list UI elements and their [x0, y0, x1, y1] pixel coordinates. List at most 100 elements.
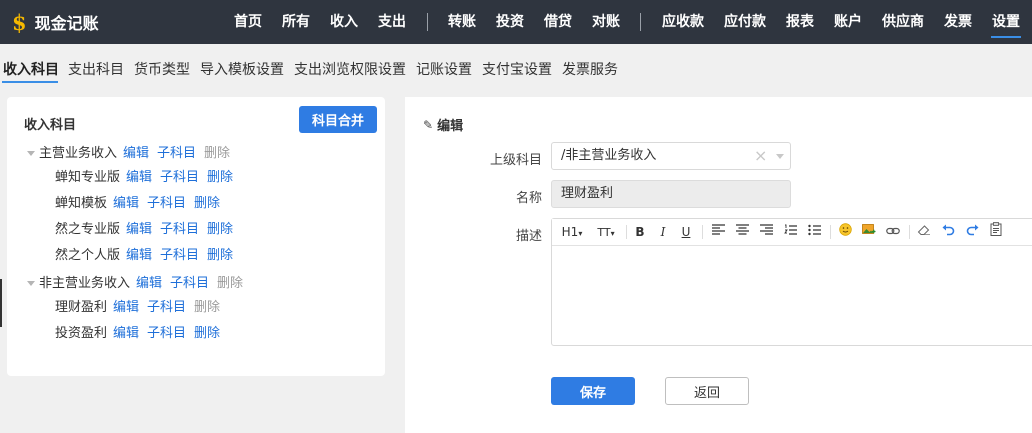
- tree-node: 然之个人版 编辑 子科目 删除: [55, 246, 241, 266]
- nav-loan[interactable]: 借贷: [544, 0, 572, 44]
- side-drawer-handle[interactable]: [0, 279, 2, 327]
- tab-alipay-settings[interactable]: 支付宝设置: [482, 58, 552, 82]
- undo-icon[interactable]: [939, 219, 957, 245]
- emoji-icon[interactable]: [836, 219, 854, 245]
- tab-income-subjects[interactable]: 收入科目: [3, 58, 59, 82]
- tab-import-templates[interactable]: 导入模板设置: [200, 58, 284, 82]
- edit-link[interactable]: 编辑: [113, 300, 139, 315]
- edit-link[interactable]: 编辑: [123, 146, 149, 161]
- description-label: 描述: [515, 229, 542, 244]
- chevron-down-icon[interactable]: [776, 154, 784, 159]
- eraser-svg: [917, 225, 930, 235]
- delete-link[interactable]: 删除: [207, 222, 233, 237]
- save-button[interactable]: 保存: [551, 377, 635, 405]
- align-left-icon[interactable]: [709, 219, 727, 245]
- edit-link[interactable]: 编辑: [126, 222, 152, 237]
- delete-link[interactable]: 删除: [194, 196, 220, 211]
- align-right-icon[interactable]: [757, 219, 775, 245]
- parent-subject-label: 上级科目: [489, 153, 542, 168]
- source-code-icon[interactable]: [987, 219, 1005, 245]
- delete-link[interactable]: 删除: [207, 170, 233, 185]
- edit-link[interactable]: 编辑: [113, 326, 139, 341]
- nav-invest[interactable]: 投资: [496, 0, 524, 44]
- delete-link: 删除: [217, 276, 244, 291]
- delete-link[interactable]: 删除: [194, 326, 220, 341]
- heading-dropdown[interactable]: H1▾: [558, 219, 586, 245]
- tree-node: 然之专业版 编辑 子科目 删除: [55, 220, 241, 240]
- font-size-dropdown[interactable]: TT▾: [592, 219, 620, 245]
- bold-button[interactable]: B: [632, 219, 648, 245]
- subject-tree-panel: 收入科目 科目合并 主营业务收入 编辑 子科目 删除 蝉知专业版 编辑 子科目 删除 蝉知模…: [7, 97, 385, 376]
- node-label: 非主营业务收入: [39, 276, 131, 291]
- nav-account[interactable]: 账户: [834, 0, 862, 44]
- redo-icon[interactable]: [963, 219, 981, 245]
- node-label: 理财盈利: [55, 300, 108, 315]
- nav-supplier[interactable]: 供应商: [882, 0, 924, 44]
- tab-expense-permissions[interactable]: 支出浏览权限设置: [294, 58, 406, 82]
- link-icon[interactable]: [884, 219, 902, 245]
- edit-heading-text: 编辑: [437, 119, 464, 134]
- add-child-link[interactable]: 子科目: [160, 248, 199, 263]
- nav-divider: [427, 13, 428, 31]
- caret-down-icon[interactable]: [27, 151, 35, 156]
- bullet-list-svg: [807, 224, 821, 236]
- align-center-icon[interactable]: [733, 219, 751, 245]
- description-editor[interactable]: H1▾ TT▾ B I U: [551, 218, 1032, 346]
- edit-link[interactable]: 编辑: [126, 170, 152, 185]
- name-label: 名称: [515, 191, 542, 206]
- toolbar-divider: [830, 225, 831, 239]
- nav-payable[interactable]: 应付款: [724, 0, 766, 44]
- editor-toolbar: H1▾ TT▾ B I U: [552, 219, 1032, 246]
- delete-link[interactable]: 删除: [207, 248, 233, 263]
- tab-expense-subjects[interactable]: 支出科目: [68, 58, 124, 82]
- add-child-link[interactable]: 子科目: [147, 300, 186, 315]
- edit-link[interactable]: 编辑: [136, 276, 162, 291]
- toolbar-divider: [702, 225, 703, 239]
- ordered-list-icon[interactable]: [781, 219, 799, 245]
- heading-dropdown-label: H1: [561, 225, 579, 239]
- eraser-icon[interactable]: [915, 219, 933, 245]
- add-child-link[interactable]: 子科目: [160, 222, 199, 237]
- bullet-list-icon[interactable]: [805, 219, 823, 245]
- add-child-link[interactable]: 子科目: [170, 276, 209, 291]
- nav-active-indicator: [991, 36, 1021, 38]
- nav-reconcile[interactable]: 对账: [592, 0, 620, 44]
- panel-title: 收入科目: [24, 118, 77, 133]
- brand[interactable]: $ 现金记账: [12, 0, 99, 44]
- nav-income[interactable]: 收入: [330, 0, 358, 44]
- nav-receivable[interactable]: 应收款: [662, 0, 704, 44]
- edit-link[interactable]: 编辑: [126, 248, 152, 263]
- nav-expense[interactable]: 支出: [378, 0, 406, 44]
- clear-icon[interactable]: ×: [754, 143, 767, 169]
- edit-panel: ✎ 编辑 上级科目 /非主营业务收入 × 名称 理财盈利 描述 H1▾ TT▾ …: [405, 97, 1032, 433]
- node-label: 然之个人版: [55, 248, 121, 263]
- nav-transfer[interactable]: 转账: [448, 0, 476, 44]
- app-title: 现金记账: [34, 14, 99, 33]
- nav-report[interactable]: 报表: [786, 0, 814, 44]
- edit-link[interactable]: 编辑: [113, 196, 139, 211]
- nav-home[interactable]: 首页: [234, 0, 262, 44]
- add-child-link[interactable]: 子科目: [157, 146, 196, 161]
- image-icon[interactable]: [860, 219, 878, 245]
- pencil-icon: ✎: [423, 117, 434, 132]
- name-field[interactable]: 理财盈利: [551, 180, 791, 208]
- underline-button[interactable]: U: [678, 219, 694, 245]
- nav-invoice[interactable]: 发票: [944, 0, 972, 44]
- add-child-link[interactable]: 子科目: [160, 170, 199, 185]
- tab-bookkeeping-settings[interactable]: 记账设置: [416, 58, 472, 82]
- node-label: 主营业务收入: [39, 146, 118, 161]
- tab-invoice-service[interactable]: 发票服务: [562, 58, 618, 82]
- italic-button[interactable]: I: [655, 219, 671, 245]
- parent-subject-select[interactable]: /非主营业务收入 ×: [551, 142, 791, 170]
- caret-down-icon[interactable]: [27, 281, 35, 286]
- add-child-link[interactable]: 子科目: [147, 326, 186, 341]
- nav-all[interactable]: 所有: [282, 0, 310, 44]
- add-child-link[interactable]: 子科目: [147, 196, 186, 211]
- back-button[interactable]: 返回: [665, 377, 749, 405]
- merge-subjects-button[interactable]: 科目合并: [299, 106, 377, 133]
- subtab-active-indicator: [2, 81, 58, 83]
- chevron-down-icon: ▾: [610, 229, 615, 238]
- tree-node: 投资盈利 编辑 子科目 删除: [55, 324, 228, 344]
- tab-currency-types[interactable]: 货币类型: [134, 58, 190, 82]
- node-label: 然之专业版: [55, 222, 121, 237]
